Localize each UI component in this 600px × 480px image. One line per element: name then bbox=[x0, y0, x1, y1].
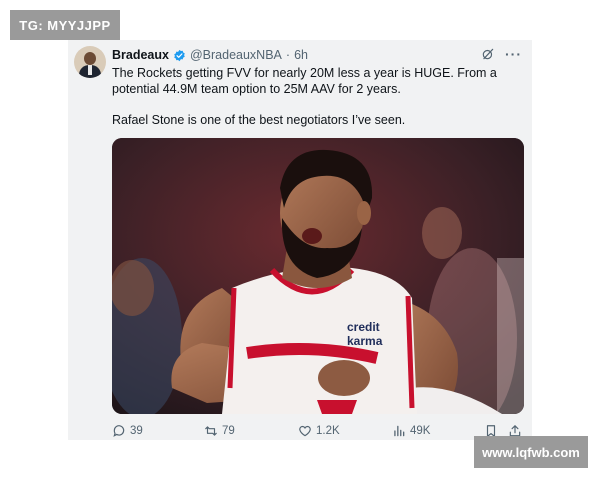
retweet-count: 79 bbox=[222, 425, 235, 437]
avatar[interactable] bbox=[74, 46, 106, 78]
retweet-icon bbox=[205, 426, 217, 436]
author-name[interactable]: Bradeaux bbox=[112, 48, 169, 62]
like-count: 1.2K bbox=[316, 425, 340, 437]
tweet-time[interactable]: 6h bbox=[294, 48, 308, 62]
separator-dot: · bbox=[285, 48, 291, 62]
player-photo: credit karma bbox=[112, 138, 524, 414]
retweet-button[interactable]: 79 bbox=[204, 424, 235, 438]
tweet-text-line-2: Rafael Stone is one of the best negotiat… bbox=[112, 113, 406, 127]
like-icon bbox=[299, 425, 311, 437]
jersey-sponsor-text: credit bbox=[347, 320, 380, 334]
watermark-top-left: TG: MYYJJPP bbox=[10, 10, 120, 40]
svg-text:karma: karma bbox=[347, 334, 383, 348]
views-icon bbox=[394, 425, 405, 437]
tweet-card[interactable]: Bradeaux @BradeauxNBA · 6h ··· The Rocke… bbox=[68, 40, 532, 440]
reply-count: 39 bbox=[130, 425, 143, 437]
tweet-photo[interactable]: credit karma bbox=[112, 138, 524, 414]
like-button[interactable]: 1.2K bbox=[298, 424, 340, 438]
tweet-text-line-1: The Rockets getting FVV for nearly 20M l… bbox=[112, 66, 497, 96]
views-button[interactable]: 49K bbox=[392, 424, 430, 438]
author-handle[interactable]: @BradeauxNBA bbox=[190, 48, 282, 62]
tweet-text: The Rockets getting FVV for nearly 20M l… bbox=[112, 65, 524, 128]
views-count: 49K bbox=[410, 425, 431, 437]
more-icon[interactable]: ··· bbox=[505, 47, 522, 61]
tweet-header: Bradeaux @BradeauxNBA · 6h bbox=[112, 48, 308, 62]
tweet-actions: 39 79 1.2K 49K bbox=[112, 423, 526, 439]
watermark-bottom-right: www.lqfwb.com bbox=[474, 436, 588, 468]
reply-button[interactable]: 39 bbox=[112, 424, 143, 438]
verified-badge-icon bbox=[174, 49, 185, 61]
reply-icon bbox=[113, 425, 125, 437]
grok-icon[interactable] bbox=[481, 47, 495, 61]
